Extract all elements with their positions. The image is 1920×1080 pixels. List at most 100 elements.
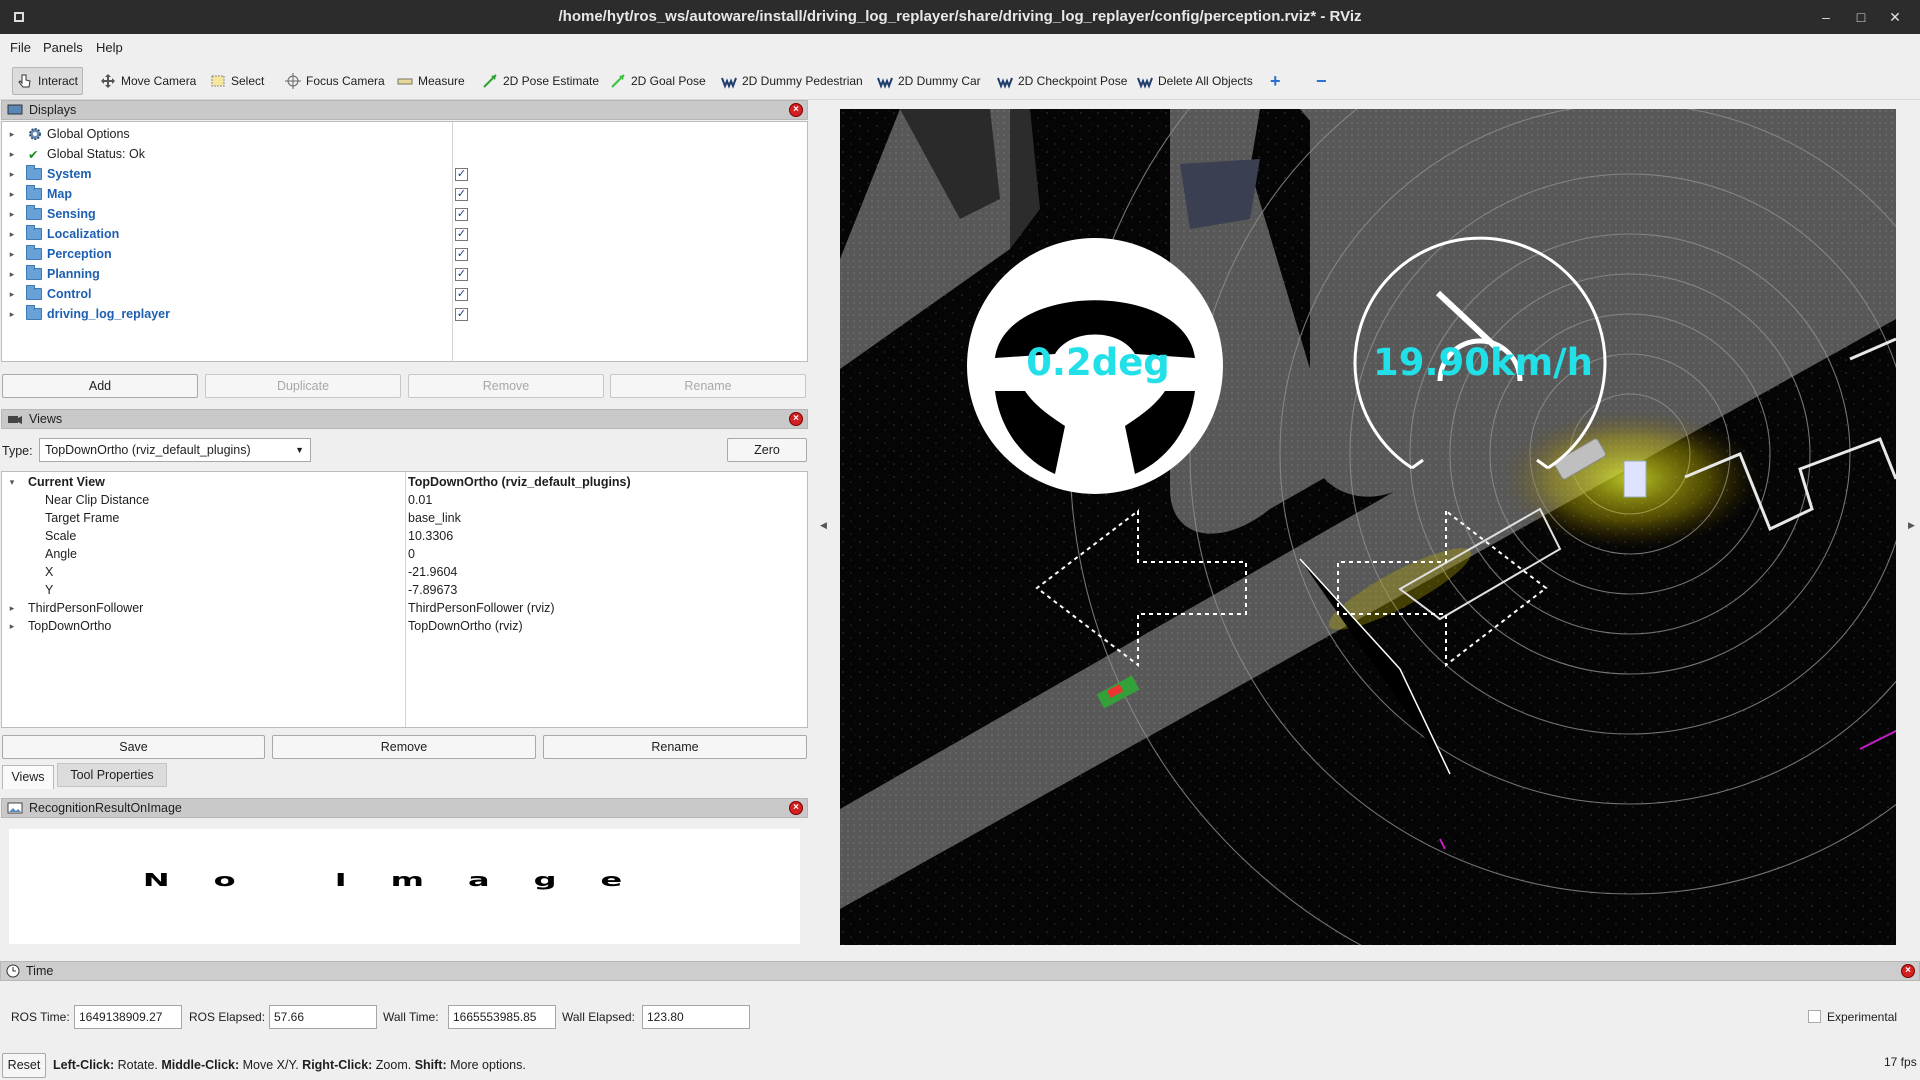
tool-2d-checkpoint-pose[interactable]: 2D Checkpoint Pose [993, 67, 1131, 95]
folder-icon [26, 265, 42, 280]
duplicate-display-button[interactable]: Duplicate [205, 374, 401, 398]
time-panel-title: Time [26, 964, 54, 978]
view-type-select[interactable]: TopDownOrtho (rviz_default_plugins) ▼ [39, 438, 311, 462]
expand-arrow-icon[interactable]: ▾ [6, 477, 18, 488]
close-panel-icon[interactable]: × [1901, 964, 1915, 978]
menu-help[interactable]: Help [96, 40, 123, 55]
tool-move-camera[interactable]: Move Camera [96, 67, 200, 95]
minimize-button[interactable]: – [1816, 7, 1836, 27]
autoware-icon [997, 77, 1013, 89]
tool-2d-pose-estimate[interactable]: 2D Pose Estimate [478, 67, 603, 95]
folder-icon [26, 305, 42, 320]
display-item-global-options[interactable]: ▸ Global Options [2, 124, 130, 144]
expand-arrow-icon[interactable]: ▸ [6, 621, 18, 632]
tool-label: Measure [418, 74, 465, 88]
tool-select[interactable]: Select [206, 67, 268, 95]
tool-2d-dummy-pedestrian[interactable]: 2D Dummy Pedestrian [717, 67, 867, 95]
tool-2d-goal-pose[interactable]: 2D Goal Pose [606, 67, 710, 95]
tool-focus-camera[interactable]: Focus Camera [281, 67, 389, 95]
menu-file[interactable]: File [10, 40, 31, 55]
ros-time-field[interactable]: 1649138909.27 [74, 1005, 182, 1029]
display-checkbox-sensing[interactable]: ✓ [455, 208, 468, 221]
display-checkbox-localization[interactable]: ✓ [455, 228, 468, 241]
tool-interact[interactable]: Interact [12, 67, 84, 95]
render-viewport[interactable]: 0.2deg 19.90km/h [840, 109, 1896, 945]
display-item-planning[interactable]: ▸ Planning [2, 264, 100, 284]
prop-third-person-follower[interactable]: ▸ ThirdPersonFollower [6, 598, 144, 618]
expand-arrow-icon[interactable]: ▸ [6, 209, 18, 220]
prop-value[interactable]: 0.01 [408, 493, 432, 507]
expand-arrow-icon[interactable]: ▸ [6, 229, 18, 240]
display-checkbox-system[interactable]: ✓ [455, 168, 468, 181]
tool-delete-all-objects[interactable]: Delete All Objects [1133, 67, 1257, 95]
prop-value[interactable]: base_link [408, 511, 461, 525]
displays-panel-header: Displays × [1, 100, 808, 120]
tab-tool-properties[interactable]: Tool Properties [57, 763, 167, 787]
expand-arrow-icon[interactable]: ▸ [6, 269, 18, 280]
column-divider [452, 122, 453, 361]
tool-2d-dummy-car[interactable]: 2D Dummy Car [873, 67, 985, 95]
display-checkbox-map[interactable]: ✓ [455, 188, 468, 201]
display-item-sensing[interactable]: ▸ Sensing [2, 204, 96, 224]
display-item-map[interactable]: ▸ Map [2, 184, 72, 204]
expand-arrow-icon[interactable]: ▸ [6, 249, 18, 260]
menu-panels[interactable]: Panels [43, 40, 83, 55]
expand-arrow-icon[interactable]: ▸ [6, 289, 18, 300]
expand-arrow-icon[interactable]: ▸ [6, 603, 18, 614]
wall-time-field[interactable]: 1665553985.85 [448, 1005, 556, 1029]
expand-arrow-icon[interactable]: ▸ [6, 149, 18, 160]
expand-arrow-icon[interactable]: ▸ [6, 309, 18, 320]
ros-elapsed-field[interactable]: 57.66 [269, 1005, 377, 1029]
views-property-tree: ▾ Current View TopDownOrtho (rviz_defaul… [1, 471, 808, 728]
display-item-global-status[interactable]: ▸ ✔ Global Status: Ok [2, 144, 145, 164]
view-type-value: TopDownOrtho (rviz_default_plugins) [45, 443, 251, 457]
remove-display-button[interactable]: Remove [408, 374, 604, 398]
prop-value[interactable]: 10.3306 [408, 529, 453, 543]
prop-value[interactable]: 0 [408, 547, 415, 561]
display-item-driving-log-replayer[interactable]: ▸ driving_log_replayer [2, 304, 170, 324]
display-item-system[interactable]: ▸ System [2, 164, 91, 184]
prop-name: Y [45, 583, 54, 597]
remove-tool-button[interactable]: − [1312, 67, 1331, 95]
no-image-text: No Image [142, 869, 667, 891]
ros-time-label: ROS Time: [11, 1010, 70, 1024]
close-panel-icon[interactable]: × [789, 801, 803, 815]
map-scene[interactable] [840, 109, 1896, 945]
zero-button[interactable]: Zero [727, 438, 807, 462]
prop-value[interactable]: -7.89673 [408, 583, 457, 597]
remove-view-button[interactable]: Remove [272, 735, 536, 759]
display-checkbox-planning[interactable]: ✓ [455, 268, 468, 281]
expand-arrow-icon[interactable]: ▸ [6, 169, 18, 180]
rename-display-button[interactable]: Rename [610, 374, 806, 398]
display-item-perception[interactable]: ▸ Perception [2, 244, 112, 264]
maximize-button[interactable]: □ [1851, 7, 1871, 27]
collapse-right-arrow-icon[interactable]: ▶ [1908, 520, 1915, 531]
close-panel-icon[interactable]: × [789, 103, 803, 117]
reset-button[interactable]: Reset [2, 1053, 46, 1078]
display-checkbox-perception[interactable]: ✓ [455, 248, 468, 261]
display-item-control[interactable]: ▸ Control [2, 284, 91, 304]
add-tool-button[interactable]: + [1266, 67, 1285, 95]
tool-measure[interactable]: Measure [393, 67, 469, 95]
prop-value[interactable]: -21.9604 [408, 565, 457, 579]
experimental-checkbox[interactable] [1808, 1010, 1821, 1023]
hint-text: Zoom. [372, 1058, 415, 1072]
tab-views[interactable]: Views [2, 765, 54, 789]
close-window-button[interactable]: ✕ [1885, 7, 1905, 27]
tool-label: Delete All Objects [1158, 74, 1253, 88]
wall-elapsed-field[interactable]: 123.80 [642, 1005, 750, 1029]
save-view-button[interactable]: Save [2, 735, 265, 759]
prop-top-down-ortho[interactable]: ▸ TopDownOrtho [6, 616, 112, 636]
expand-arrow-icon[interactable]: ▸ [6, 189, 18, 200]
display-checkbox-control[interactable]: ✓ [455, 288, 468, 301]
hint-key: Shift: [414, 1058, 447, 1072]
expand-arrow-icon[interactable]: ▸ [6, 129, 18, 140]
rename-view-button[interactable]: Rename [543, 735, 807, 759]
display-checkbox-driving-log-replayer[interactable]: ✓ [455, 308, 468, 321]
hint-key: Middle-Click: [161, 1058, 240, 1072]
display-item-localization[interactable]: ▸ Localization [2, 224, 119, 244]
prop-current-view[interactable]: ▾ Current View [6, 472, 105, 492]
collapse-left-arrow-icon[interactable]: ◀ [820, 520, 827, 531]
add-display-button[interactable]: Add [2, 374, 198, 398]
close-panel-icon[interactable]: × [789, 412, 803, 426]
